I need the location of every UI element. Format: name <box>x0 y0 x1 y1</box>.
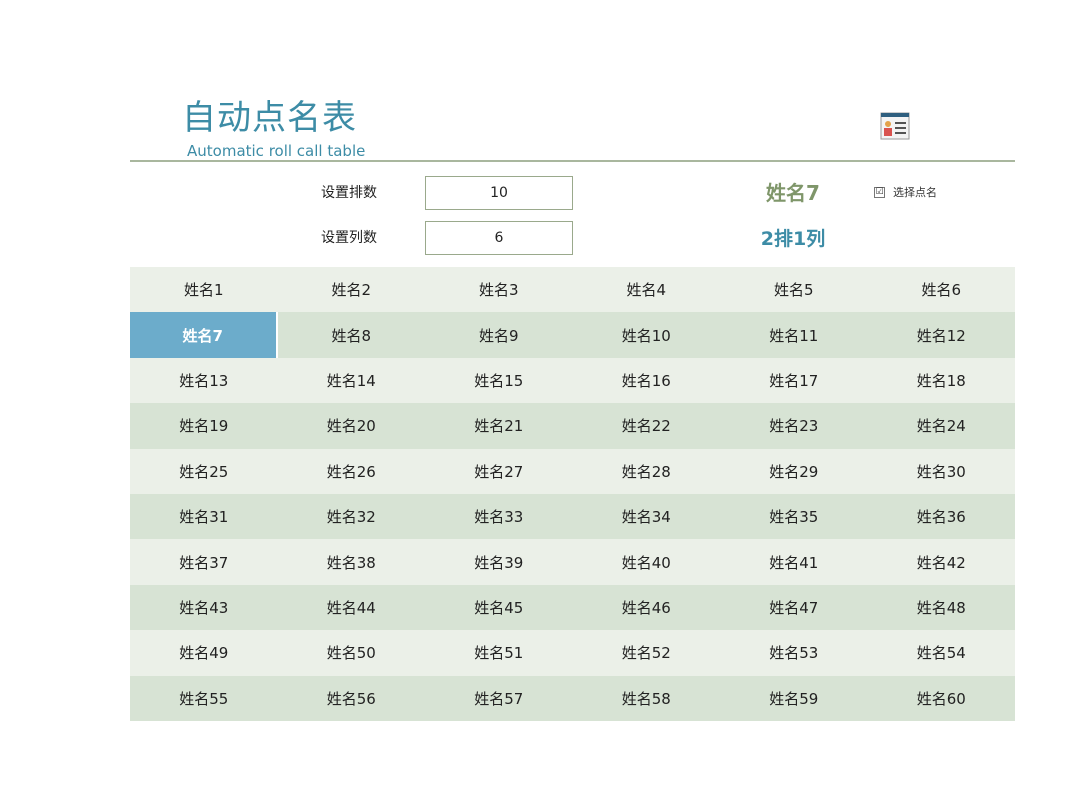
name-cell[interactable]: 姓名4 <box>572 267 720 313</box>
name-cell[interactable]: 姓名41 <box>720 539 868 585</box>
name-cell[interactable]: 姓名52 <box>572 630 720 676</box>
checkbox[interactable]: ☑ <box>874 186 885 198</box>
name-cell[interactable]: 姓名11 <box>720 312 868 358</box>
name-cell[interactable]: 姓名24 <box>867 403 1015 449</box>
name-cell[interactable]: 姓名10 <box>572 312 720 358</box>
name-cell[interactable]: 姓名46 <box>572 584 720 631</box>
name-cell[interactable]: 姓名8 <box>277 312 425 358</box>
name-cell[interactable]: 姓名55 <box>130 675 278 721</box>
cols-label: 设置列数 <box>321 230 377 246</box>
id-card-icon[interactable] <box>880 112 910 140</box>
name-cell[interactable]: 姓名32 <box>277 493 425 540</box>
name-cell[interactable]: 姓名1 <box>130 267 278 313</box>
name-cell[interactable]: 姓名6 <box>867 267 1015 313</box>
rows-input[interactable] <box>425 176 573 210</box>
name-cell[interactable]: 姓名48 <box>867 584 1015 631</box>
name-cell[interactable]: 姓名39 <box>425 539 573 585</box>
name-cell[interactable]: 姓名50 <box>277 630 425 676</box>
name-cell[interactable]: 姓名23 <box>720 403 868 449</box>
name-cell[interactable]: 姓名56 <box>277 675 425 721</box>
name-cell[interactable]: 姓名7 <box>130 312 278 358</box>
name-cell[interactable]: 姓名28 <box>572 448 720 494</box>
name-cell[interactable]: 姓名45 <box>425 584 573 631</box>
name-cell[interactable]: 姓名57 <box>425 675 573 721</box>
name-cell[interactable]: 姓名38 <box>277 539 425 585</box>
name-cell[interactable]: 姓名30 <box>867 448 1015 494</box>
name-cell[interactable]: 姓名60 <box>867 675 1015 721</box>
name-cell[interactable]: 姓名13 <box>130 357 278 404</box>
name-cell[interactable]: 姓名51 <box>425 630 573 676</box>
name-cell[interactable]: 姓名22 <box>572 403 720 449</box>
name-cell[interactable]: 姓名27 <box>425 448 573 494</box>
selected-position: 2排1列 <box>760 228 826 250</box>
name-cell[interactable]: 姓名33 <box>425 493 573 540</box>
page-title: 自动点名表 <box>182 98 357 138</box>
header-divider <box>130 160 1015 162</box>
name-cell[interactable]: 姓名29 <box>720 448 868 494</box>
name-cell[interactable]: 姓名25 <box>130 448 278 494</box>
name-cell[interactable]: 姓名59 <box>720 675 868 721</box>
name-cell[interactable]: 姓名20 <box>277 403 425 449</box>
name-cell[interactable]: 姓名2 <box>277 267 425 313</box>
name-cell[interactable]: 姓名43 <box>130 584 278 631</box>
name-cell[interactable]: 姓名58 <box>572 675 720 721</box>
name-cell[interactable]: 姓名12 <box>867 312 1015 358</box>
name-cell[interactable]: 姓名40 <box>572 539 720 585</box>
name-cell[interactable]: 姓名42 <box>867 539 1015 585</box>
name-grid: 姓名1 姓名2 姓名3 姓名4 姓名5 姓名6 姓名7 姓名8 姓名9 姓名10 姓名11 姓名12 姓… <box>130 267 1015 721</box>
name-cell[interactable]: 姓名15 <box>425 357 573 404</box>
name-cell[interactable]: 姓名34 <box>572 493 720 540</box>
name-cell[interactable]: 姓名5 <box>720 267 868 313</box>
cols-input[interactable] <box>425 221 573 255</box>
name-cell[interactable]: 姓名53 <box>720 630 868 676</box>
name-cell[interactable]: 姓名49 <box>130 630 278 676</box>
name-cell[interactable]: 姓名14 <box>277 357 425 404</box>
selected-name: 姓名7 <box>766 181 820 205</box>
name-cell[interactable]: 姓名47 <box>720 584 868 631</box>
rows-label: 设置排数 <box>321 185 377 201</box>
name-cell[interactable]: 姓名21 <box>425 403 573 449</box>
name-cell[interactable]: 姓名54 <box>867 630 1015 676</box>
name-cell[interactable]: 姓名3 <box>425 267 573 313</box>
page-subtitle: Automatic roll call table <box>187 142 366 160</box>
name-cell[interactable]: 姓名16 <box>572 357 720 404</box>
name-cell[interactable]: 姓名18 <box>867 357 1015 404</box>
name-cell[interactable]: 姓名31 <box>130 493 278 540</box>
name-cell[interactable]: 姓名9 <box>425 312 573 358</box>
name-cell[interactable]: 姓名26 <box>277 448 425 494</box>
name-cell[interactable]: 姓名17 <box>720 357 868 404</box>
name-cell[interactable]: 姓名37 <box>130 539 278 585</box>
name-cell[interactable]: 姓名35 <box>720 493 868 540</box>
name-cell[interactable]: 姓名44 <box>277 584 425 631</box>
roll-call-toggle[interactable]: ☑ 选择点名 <box>874 184 937 200</box>
name-cell[interactable]: 姓名36 <box>867 493 1015 540</box>
name-cell[interactable]: 姓名19 <box>130 403 278 449</box>
checkbox-label: 选择点名 <box>893 186 937 199</box>
